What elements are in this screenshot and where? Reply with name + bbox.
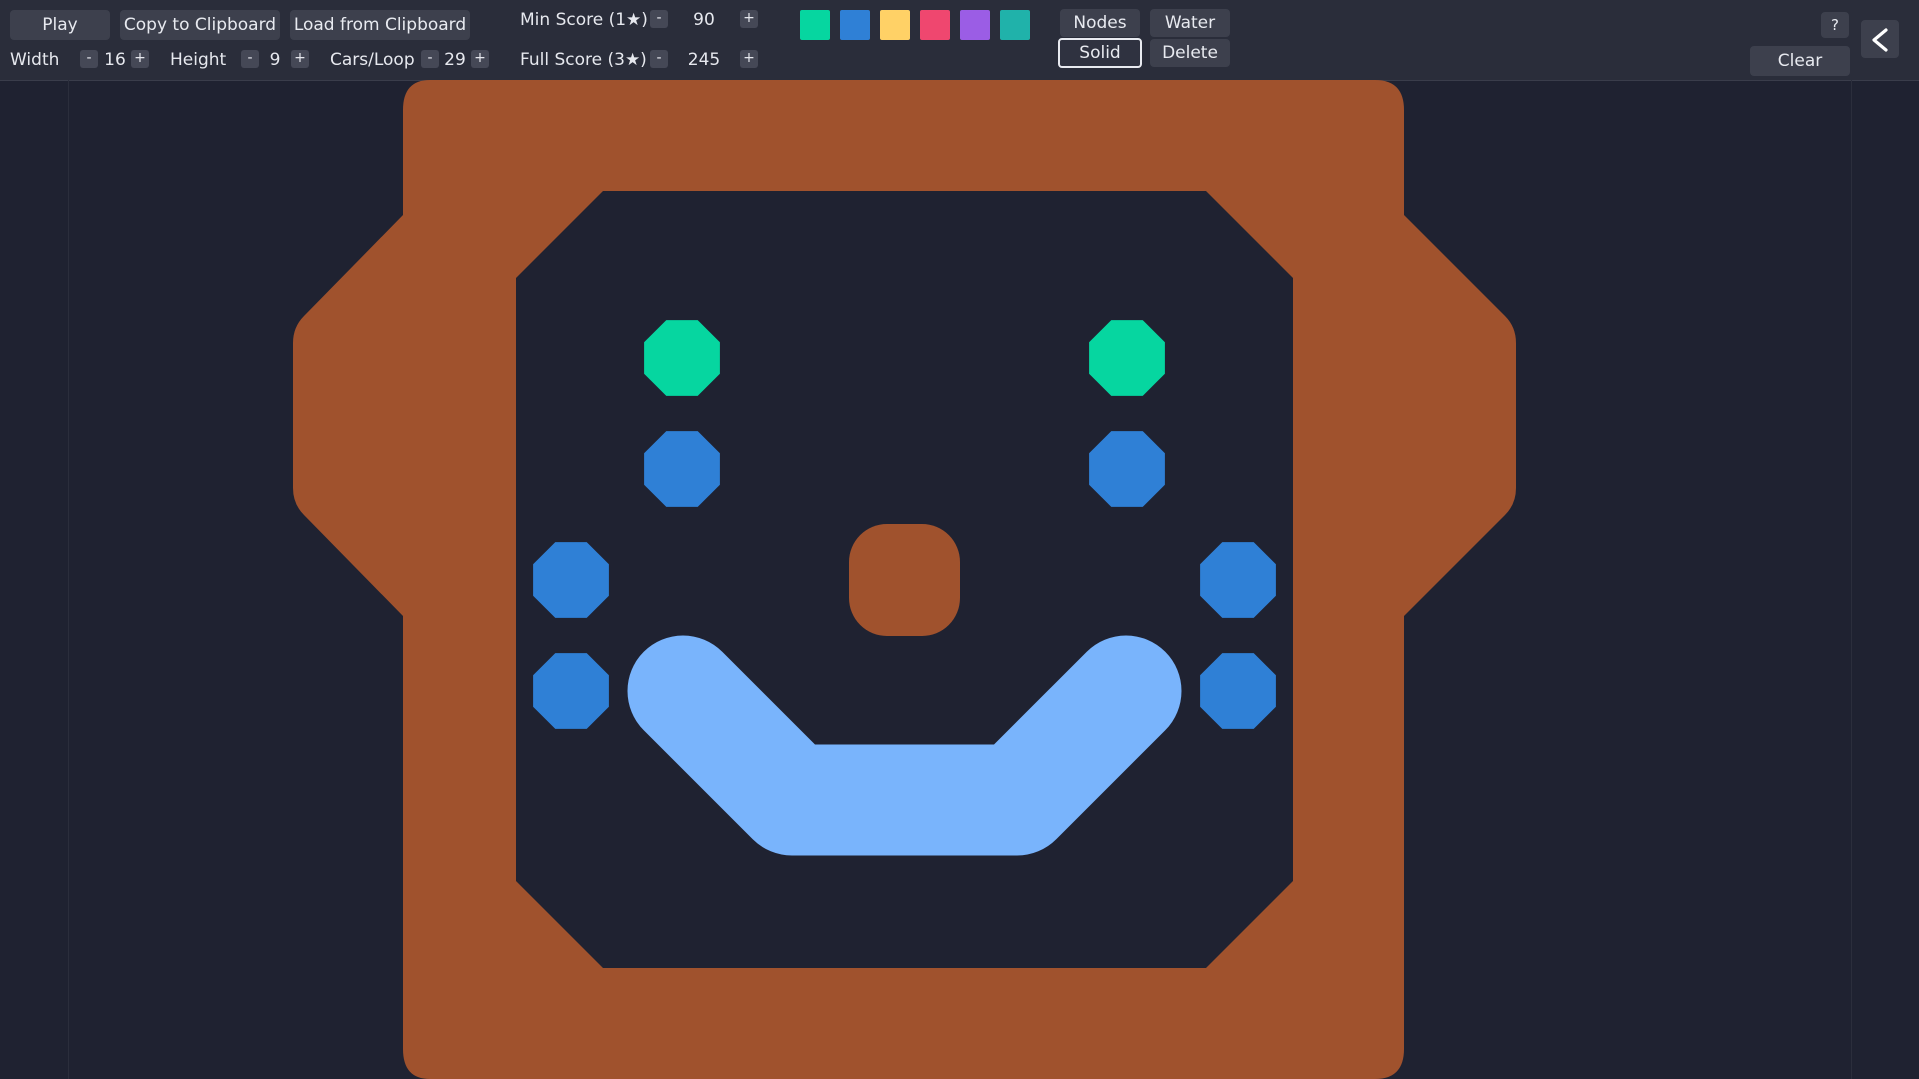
node-blue-6[interactable] <box>1200 542 1276 618</box>
water-smile[interactable] <box>627 635 1182 856</box>
node-blue-5[interactable] <box>533 542 609 618</box>
node-green-1[interactable] <box>644 320 720 396</box>
node-blue-8[interactable] <box>1200 653 1276 729</box>
node-blue-3[interactable] <box>644 431 720 507</box>
node-blue-7[interactable] <box>533 653 609 729</box>
level-canvas[interactable] <box>0 0 1919 1079</box>
node-green-2[interactable] <box>1089 320 1165 396</box>
solid-nose[interactable] <box>849 524 960 636</box>
node-blue-4[interactable] <box>1089 431 1165 507</box>
